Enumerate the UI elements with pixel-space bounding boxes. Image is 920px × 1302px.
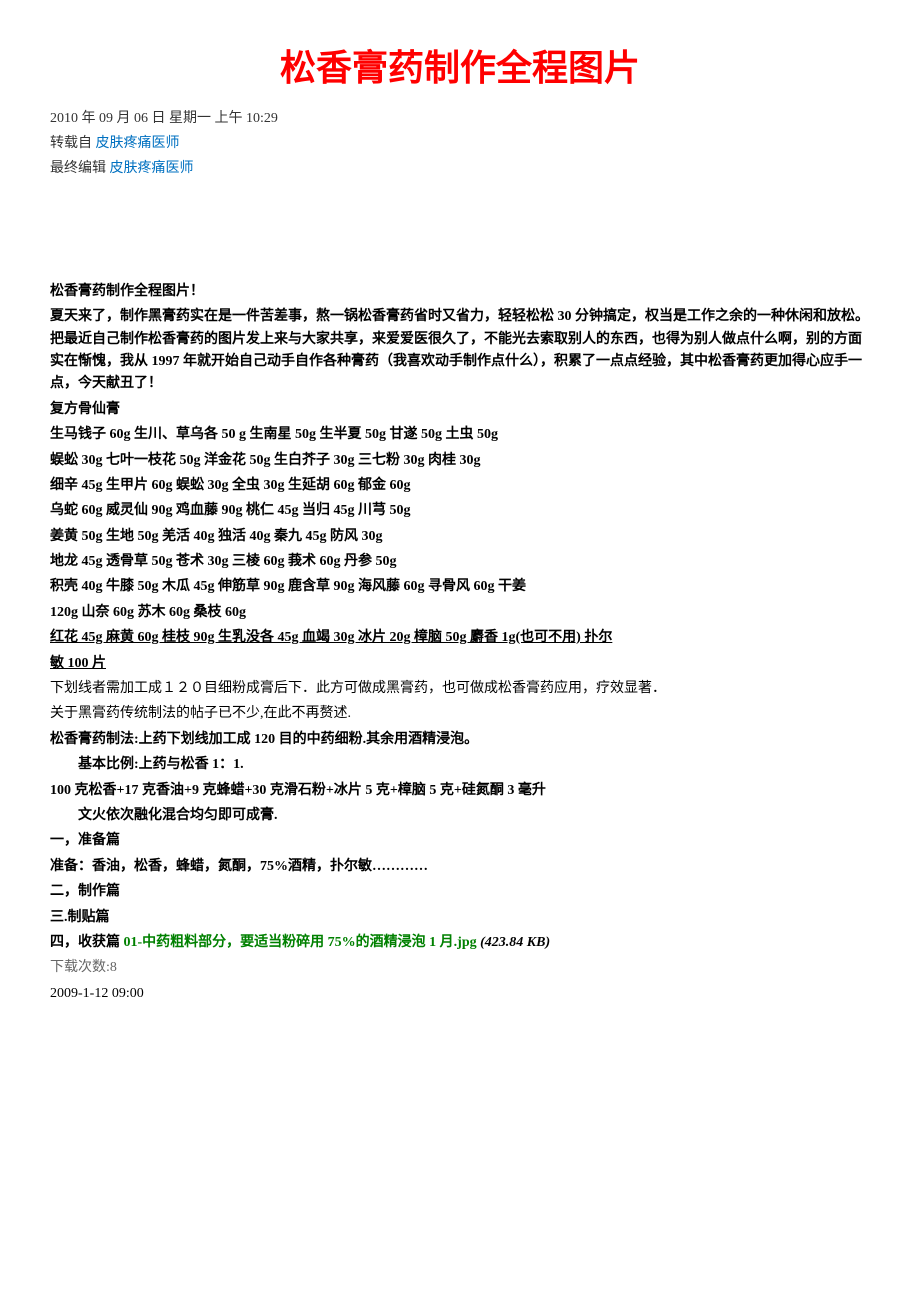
page-title: 松香膏药制作全程图片 xyxy=(50,40,870,98)
herb-line: 地龙 45g 透骨草 50g 苍术 30g 三棱 60g 莪术 60g 丹参 5… xyxy=(50,551,870,573)
herb-line: 生马钱子 60g 生川、草乌各 50 g 生南星 50g 生半夏 50g 甘遂 … xyxy=(50,424,870,446)
section-heading: 一，准备篇 xyxy=(50,830,870,852)
herb-line: 蜈蚣 30g 七叶一枝花 50g 洋金花 50g 生白芥子 30g 三七粉 30… xyxy=(50,450,870,472)
image-link[interactable]: 01-中药粗料部分，要适当粉碎用 75%的酒精浸泡 1 月.jpg xyxy=(124,935,477,950)
section-line: 四，收获篇 01-中药粗料部分，要适当粉碎用 75%的酒精浸泡 1 月.jpg … xyxy=(50,932,870,954)
editor-line: 最终编辑 皮肤疼痛医师 xyxy=(50,158,870,180)
herb-line: 乌蛇 60g 威灵仙 90g 鸡血藤 90g 桃仁 45g 当归 45g 川芎 … xyxy=(50,500,870,522)
herb-line: 积壳 40g 牛膝 50g 木瓜 45g 伸筋草 90g 鹿含草 90g 海风藤… xyxy=(50,576,870,598)
formula-name: 复方骨仙膏 xyxy=(50,399,870,421)
section-content: 准备：香油，松香，蜂蜡，氮酮，75%酒精，扑尔敏………… xyxy=(50,856,870,878)
date-line: 2010 年 09 月 06 日 星期一 上午 10:29 xyxy=(50,108,870,130)
body-content: 松香膏药制作全程图片！ 夏天来了，制作黑膏药实在是一件苦差事，熬一锅松香膏药省时… xyxy=(50,281,870,1005)
editor-name-link[interactable]: 皮肤疼痛医师 xyxy=(110,161,194,176)
herb-line: 姜黄 50g 生地 50g 羌活 40g 独活 40g 秦九 45g 防风 30… xyxy=(50,526,870,548)
herb-line-underlined: 敏 100 片 xyxy=(50,653,870,675)
instruction-text: 关于黑膏药传统制法的帖子已不少,在此不再赘述. xyxy=(50,703,870,725)
editor-label: 最终编辑 xyxy=(50,161,110,176)
section-heading: 二，制作篇 xyxy=(50,881,870,903)
intro-paragraph: 夏天来了，制作黑膏药实在是一件苦差事，熬一锅松香膏药省时又省力，轻轻松松 30 … xyxy=(50,306,870,396)
herb-line: 120g 山奈 60g 苏木 60g 桑枝 60g xyxy=(50,602,870,624)
repost-line: 转载自 皮肤疼痛医师 xyxy=(50,133,870,155)
section-heading: 三.制贴篇 xyxy=(50,907,870,929)
section-4-prefix: 四，收获篇 xyxy=(50,935,124,950)
repost-author-link[interactable]: 皮肤疼痛医师 xyxy=(96,136,180,151)
instruction-text: 文火依次融化混合均匀即可成膏. xyxy=(50,805,870,827)
instruction-text: 下划线者需加工成１２０目细粉成膏后下．此方可做成黑膏药，也可做成松香膏药应用，疗… xyxy=(50,678,870,700)
file-size: (423.84 KB) xyxy=(477,935,551,950)
herb-line: 细辛 45g 生甲片 60g 蜈蚣 30g 全虫 30g 生延胡 60g 郁金 … xyxy=(50,475,870,497)
intro-title: 松香膏药制作全程图片！ xyxy=(50,281,870,303)
download-count: 下载次数:8 xyxy=(50,957,870,979)
instruction-text: 100 克松香+17 克香油+9 克蜂蜡+30 克滑石粉+冰片 5 克+樟脑 5… xyxy=(50,780,870,802)
instruction-text: 松香膏药制法:上药下划线加工成 120 目的中药细粉.其余用酒精浸泡。 xyxy=(50,729,870,751)
herb-line-underlined: 红花 45g 麻黄 60g 桂枝 90g 生乳没各 45g 血竭 30g 冰片 … xyxy=(50,627,870,649)
repost-label: 转载自 xyxy=(50,136,96,151)
instruction-text: 基本比例:上药与松香 1：1. xyxy=(50,754,870,776)
timestamp: 2009-1-12 09:00 xyxy=(50,983,870,1005)
